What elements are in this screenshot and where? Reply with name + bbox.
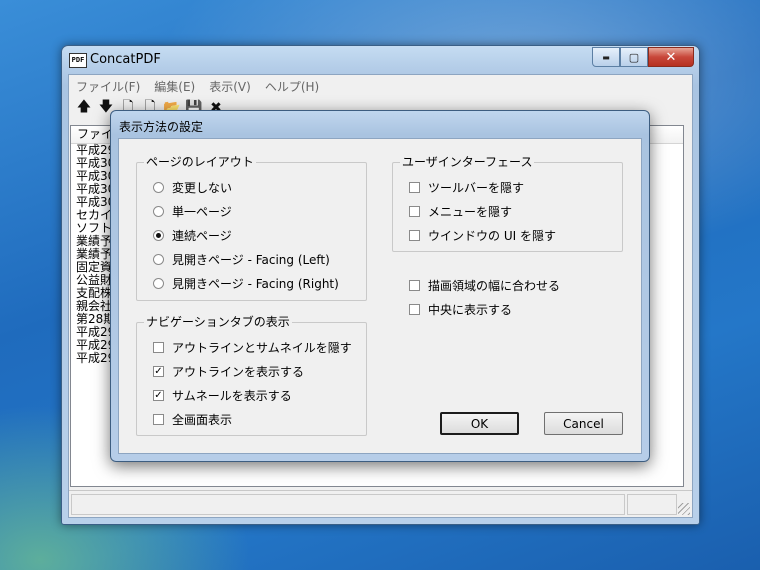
radio-selected-dot xyxy=(156,232,161,238)
checkbox-label: ウインドウの UI を隠す xyxy=(428,228,556,243)
checkbox-option[interactable]: ✓ サムネールを表示する xyxy=(153,387,292,403)
status-pane-main xyxy=(71,494,625,515)
menu-view[interactable]: 表示(V) xyxy=(202,75,258,95)
ok-button[interactable]: OK xyxy=(440,412,519,435)
radio-label: 見開きページ - Facing (Right) xyxy=(172,276,339,291)
close-icon: ✕ xyxy=(665,49,677,65)
checkbox-unchecked[interactable] xyxy=(409,205,420,217)
radio-button[interactable] xyxy=(153,229,164,241)
checkbox-label: アウトラインとサムネイルを隠す xyxy=(172,340,352,355)
checkbox-unchecked[interactable] xyxy=(409,229,420,241)
menu-help[interactable]: ヘルプ(H) xyxy=(258,75,326,95)
user-interface-group: ユーザインターフェース ツールバーを隠す メニューを隠すウインドウの UI を隠す xyxy=(392,155,623,252)
radio-label: 変更しない xyxy=(172,180,233,195)
navigation-tab-legend: ナビゲーションタブの表示 xyxy=(144,315,292,329)
maximize-button[interactable]: ▢ xyxy=(620,47,648,67)
layout-radio-option[interactable]: 見開きページ - Facing (Right) xyxy=(153,275,339,291)
display-settings-dialog: 表示方法の設定 ページのレイアウト 変更しない単一ページ連続ページ見開きページ … xyxy=(110,110,650,462)
status-pane-secondary xyxy=(627,494,677,515)
close-button[interactable]: ✕ xyxy=(648,47,694,67)
checkbox-unchecked[interactable] xyxy=(153,341,164,353)
radio-label: 連続ページ xyxy=(172,228,232,243)
checkbox-label: 中央に表示する xyxy=(428,302,513,317)
caption-buttons: ▬ ▢ ✕ xyxy=(592,47,694,67)
minimize-icon: ▬ xyxy=(602,52,610,62)
checkbox-unchecked[interactable] xyxy=(409,181,420,193)
page-layout-legend: ページのレイアウト xyxy=(144,155,256,169)
menu-bar: ファイル(F) 編集(E) 表示(V) ヘルプ(H) xyxy=(69,75,692,95)
menu-file[interactable]: ファイル(F) xyxy=(69,75,147,95)
checkbox-label: メニューを隠す xyxy=(428,204,513,219)
layout-radio-option[interactable]: 連続ページ xyxy=(153,227,232,243)
checkbox-option[interactable]: ウインドウの UI を隠す xyxy=(409,227,556,243)
arrow-up-icon: 🡅 xyxy=(76,99,92,115)
page-layout-group: ページのレイアウト 変更しない単一ページ連続ページ見開きページ - Facing… xyxy=(136,155,367,301)
checkbox-option[interactable]: ✓ アウトラインを表示する xyxy=(153,363,304,379)
checkbox-unchecked[interactable] xyxy=(153,413,164,425)
user-interface-legend: ユーザインターフェース xyxy=(400,155,535,169)
checkbox-label: ツールバーを隠す xyxy=(428,180,525,195)
radio-label: 見開きページ - Facing (Left) xyxy=(172,252,330,267)
checkbox-checked[interactable]: ✓ xyxy=(153,389,164,401)
checkbox-option[interactable]: 中央に表示する xyxy=(409,301,512,317)
checkbox-label: 描画領域の幅に合わせる xyxy=(428,278,561,293)
layout-radio-option[interactable]: 見開きページ - Facing (Left) xyxy=(153,251,330,267)
checkbox-checked[interactable]: ✓ xyxy=(153,365,164,377)
checkbox-option[interactable]: アウトラインとサムネイルを隠す xyxy=(153,339,352,355)
checkbox-unchecked[interactable] xyxy=(409,279,420,291)
checkbox-label: 全画面表示 xyxy=(172,412,233,427)
checkbox-label: アウトラインを表示する xyxy=(172,364,305,379)
checkbox-option[interactable]: ツールバーを隠す xyxy=(409,179,524,195)
radio-button[interactable] xyxy=(153,181,164,193)
navigation-tab-group: ナビゲーションタブの表示 アウトラインとサムネイルを隠す ✓ アウトラインを表示する… xyxy=(136,315,367,436)
checkbox-option[interactable]: 全画面表示 xyxy=(153,411,232,427)
dialog-client: ページのレイアウト 変更しない単一ページ連続ページ見開きページ - Facing… xyxy=(118,138,642,454)
radio-button[interactable] xyxy=(153,253,164,265)
radio-button[interactable] xyxy=(153,205,164,217)
minimize-button[interactable]: ▬ xyxy=(592,47,620,67)
checkbox-option[interactable]: 描画領域の幅に合わせる xyxy=(409,277,560,293)
menu-edit[interactable]: 編集(E) xyxy=(147,75,202,95)
checkbox-option[interactable]: メニューを隠す xyxy=(409,203,512,219)
status-bar xyxy=(69,490,692,517)
radio-button[interactable] xyxy=(153,277,164,289)
checkbox-unchecked[interactable] xyxy=(409,303,420,315)
move-up-button[interactable]: 🡅 xyxy=(73,97,95,119)
resize-grip[interactable] xyxy=(678,503,690,515)
pdf-app-icon: PDF xyxy=(69,53,87,68)
checkbox-label: サムネールを表示する xyxy=(172,388,292,403)
dialog-title: 表示方法の設定 xyxy=(119,120,204,134)
maximize-icon: ▢ xyxy=(628,50,640,64)
window-title: ConcatPDF xyxy=(90,52,161,67)
main-titlebar[interactable]: PDF ConcatPDF ▬ ▢ ✕ xyxy=(62,46,699,74)
cancel-button[interactable]: Cancel xyxy=(544,412,623,435)
radio-label: 単一ページ xyxy=(172,204,232,219)
layout-radio-option[interactable]: 単一ページ xyxy=(153,203,232,219)
layout-radio-option[interactable]: 変更しない xyxy=(153,179,232,195)
